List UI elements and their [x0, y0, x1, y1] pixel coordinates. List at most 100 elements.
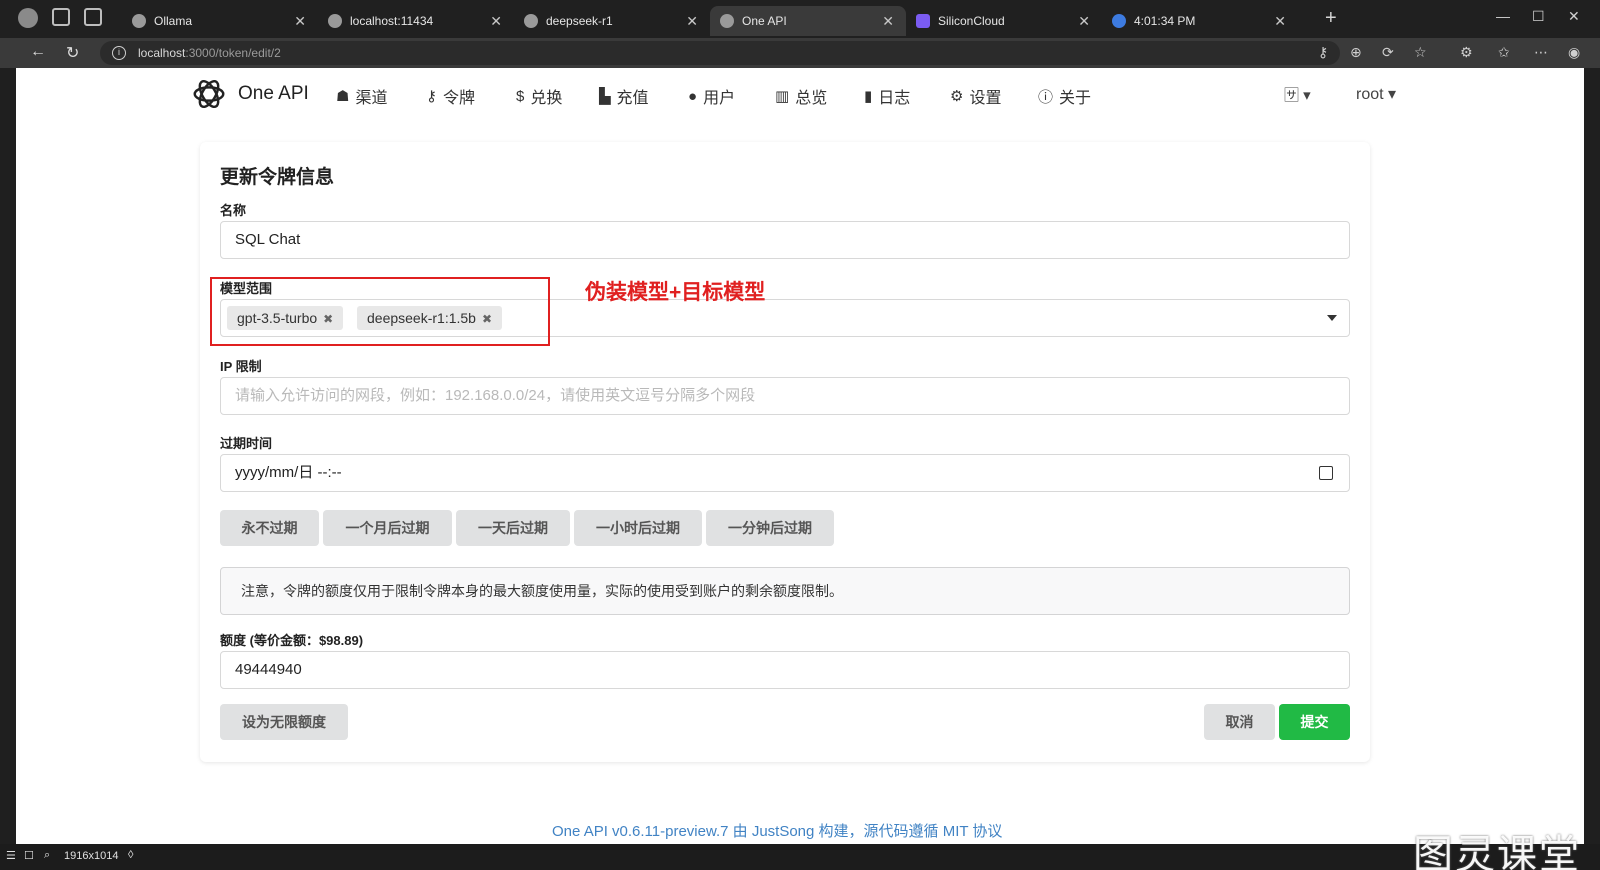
collections-icon[interactable]: [52, 8, 70, 26]
url-input[interactable]: i localhost:3000/token/edit/2: [100, 41, 1340, 65]
gear-icon: ⚙: [950, 88, 964, 105]
name-label: 名称: [220, 203, 247, 218]
sync-icon[interactable]: ⟳: [1382, 44, 1394, 61]
tab-label: One API: [742, 14, 787, 28]
drop-icon: ◊: [128, 849, 134, 861]
close-icon[interactable]: ✕: [686, 13, 698, 30]
tab-siliconcloud[interactable]: SiliconCloud ✕: [906, 6, 1102, 36]
expire-datetime-input[interactable]: yyyy/mm/日 --:--: [220, 454, 1350, 492]
tab-clock[interactable]: 4:01:34 PM ✕: [1102, 6, 1298, 36]
nav-item-tokens[interactable]: ⚷ 令牌: [426, 84, 475, 108]
search-icon[interactable]: ⌕: [44, 849, 50, 862]
quota-input[interactable]: 49444940: [220, 651, 1350, 689]
info-icon[interactable]: i: [112, 46, 126, 60]
info-icon: ⓘ: [1038, 88, 1054, 106]
nav-item-channels[interactable]: ☗ 渠道: [336, 84, 387, 108]
key-icon: ⚷: [426, 88, 437, 105]
dropdown-caret-icon[interactable]: [1327, 315, 1337, 321]
back-icon[interactable]: ←: [30, 43, 46, 61]
tab-label: SiliconCloud: [938, 14, 1005, 28]
submit-button[interactable]: 提交: [1279, 704, 1350, 740]
expire-month-button[interactable]: 一个月后过期: [323, 510, 452, 546]
quota-note: 注意，令牌的额度仅用于限制令牌本身的最大额度使用量，实际的使用受到账户的剩余额度…: [220, 567, 1350, 615]
translate-icon: 🈂: [1284, 87, 1300, 104]
language-dropdown[interactable]: 🈂 ▾: [1284, 84, 1311, 105]
nav-item-logs[interactable]: ▮ 日志: [864, 84, 910, 108]
globe-icon: [328, 14, 342, 28]
ip-input[interactable]: 请输入允许访问的网段，例如：192.168.0.0/24，请使用英文逗号分隔多个…: [220, 377, 1350, 415]
brand-name: One API: [238, 83, 309, 104]
token-edit-card: 更新令牌信息 名称 SQL Chat 模型范围 gpt-3.5-turbo ✖ d…: [200, 142, 1370, 762]
tab-actions-icon[interactable]: [84, 8, 102, 26]
close-icon[interactable]: ✕: [1274, 13, 1286, 30]
never-expire-button[interactable]: 永不过期: [220, 510, 319, 546]
clock-icon: [1112, 14, 1126, 28]
openai-icon: [524, 14, 538, 28]
tab-localhost[interactable]: localhost:11434 ✕: [318, 6, 514, 36]
close-icon[interactable]: ✕: [294, 13, 306, 30]
watermark: 图灵课堂: [1413, 832, 1581, 870]
close-icon[interactable]: ✕: [1078, 13, 1090, 30]
minimize-button[interactable]: —: [1496, 8, 1510, 24]
close-icon[interactable]: ✕: [882, 13, 894, 30]
openai-logo-icon: [193, 79, 225, 109]
brand[interactable]: One API: [190, 75, 309, 113]
name-input[interactable]: SQL Chat: [220, 221, 1350, 259]
expire-day-button[interactable]: 一天后过期: [456, 510, 570, 546]
calendar-icon[interactable]: [1319, 466, 1333, 480]
window-close-button[interactable]: ✕: [1568, 8, 1580, 25]
unlimited-quota-button[interactable]: 设为无限额度: [220, 704, 348, 740]
favorite-icon[interactable]: ☆: [1414, 44, 1427, 61]
profile-icon[interactable]: [18, 8, 38, 28]
nav-label: 日志: [878, 90, 911, 107]
maximize-button[interactable]: ☐: [1532, 8, 1545, 25]
globe-icon: [132, 14, 146, 28]
more-icon[interactable]: ⋯: [1534, 44, 1548, 61]
nav-label: 总览: [795, 90, 828, 107]
cancel-button[interactable]: 取消: [1204, 704, 1275, 740]
sitemap-icon: ☗: [336, 88, 350, 105]
taskbar: ☰ ☐ ⌕ 1916x1014 ◊: [0, 844, 1600, 870]
siliconcloud-icon: [916, 14, 930, 28]
nav-label: 用户: [703, 90, 736, 107]
tab-deepseek[interactable]: deepseek-r1 ✕: [514, 6, 710, 36]
nav-label: 令牌: [443, 90, 476, 107]
openai-icon: [720, 14, 734, 28]
copilot-icon[interactable]: ◉: [1568, 44, 1580, 61]
book-icon: ▮: [864, 88, 873, 105]
expire-hour-button[interactable]: 一小时后过期: [574, 510, 702, 546]
resolution-text: 1916x1014: [64, 850, 119, 862]
zoom-icon[interactable]: ⊕: [1350, 44, 1362, 61]
reload-icon[interactable]: ↻: [66, 43, 79, 63]
user-dropdown[interactable]: root ▾: [1356, 84, 1396, 104]
nav-item-redeem[interactable]: $ 兑换: [516, 84, 562, 108]
cart-icon: ▙: [599, 88, 611, 105]
dollar-icon: $: [516, 87, 525, 105]
browser-left-icons: [18, 8, 102, 28]
tab-one-api[interactable]: One API ✕: [710, 6, 906, 36]
window-icon[interactable]: ☐: [24, 849, 34, 862]
tab-ollama[interactable]: Ollama ✕: [122, 6, 318, 36]
nav-label: 渠道: [355, 90, 388, 107]
nav-item-settings[interactable]: ⚙ 设置: [950, 84, 1001, 108]
url-path: :3000/token/edit/2: [185, 46, 281, 60]
nav-label: 设置: [969, 90, 1002, 107]
footer-text[interactable]: One API v0.6.11-preview.7 由 JustSong 构建，…: [552, 820, 1002, 841]
close-icon[interactable]: ✕: [490, 13, 502, 30]
favorites-list-icon[interactable]: ✩: [1498, 44, 1510, 61]
tab-label: localhost:11434: [350, 14, 434, 28]
expire-label: 过期时间: [220, 436, 273, 451]
url-host: localhost: [138, 46, 186, 60]
nav-item-about[interactable]: ⓘ 关于: [1038, 84, 1091, 108]
nav-item-topup[interactable]: ▙ 充值: [599, 84, 649, 108]
ip-label: IP 限制: [220, 359, 262, 374]
key-icon[interactable]: ⚷: [1318, 44, 1328, 61]
nav-item-users[interactable]: ● 用户: [688, 84, 735, 108]
nav-item-dashboard[interactable]: ▥ 总览: [775, 84, 827, 108]
extensions-icon[interactable]: ⚙: [1460, 44, 1473, 61]
expire-minute-button[interactable]: 一分钟后过期: [706, 510, 834, 546]
browser-tab-bar: Ollama ✕ localhost:11434 ✕ deepseek-r1 ✕…: [0, 0, 1600, 38]
new-tab-button[interactable]: +: [1325, 7, 1337, 30]
nav-label: 充值: [616, 90, 649, 107]
menu-icon[interactable]: ☰: [6, 849, 16, 862]
